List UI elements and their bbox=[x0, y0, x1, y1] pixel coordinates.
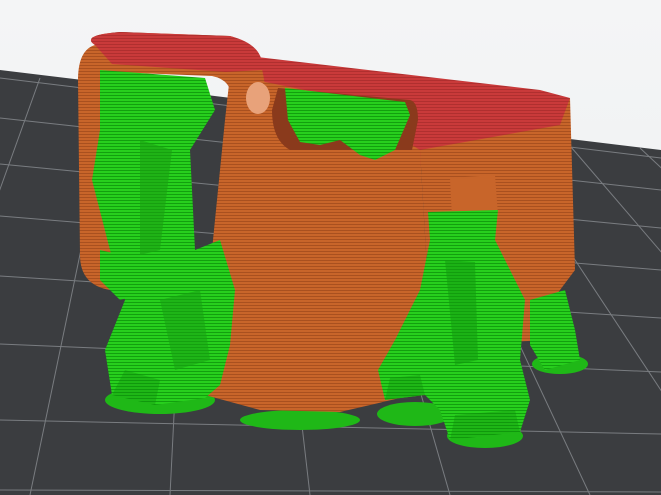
slice-preview-canvas[interactable] bbox=[0, 0, 661, 495]
3d-viewport[interactable] bbox=[0, 0, 661, 495]
part-hole bbox=[246, 82, 270, 114]
